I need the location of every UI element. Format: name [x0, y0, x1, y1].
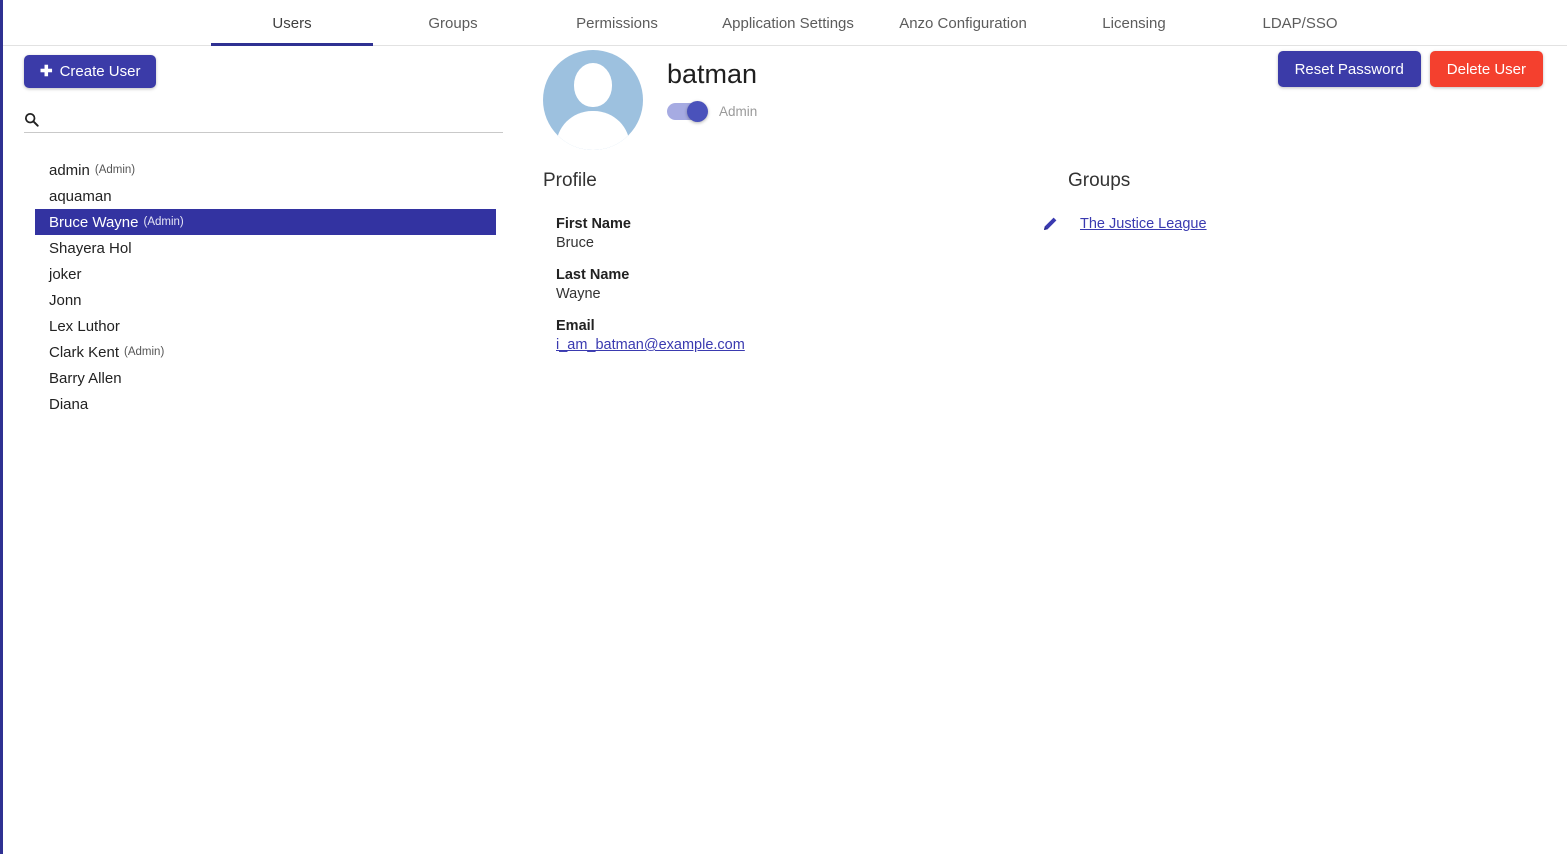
- admin-tag: (Admin): [94, 164, 136, 176]
- tab-ldap-sso[interactable]: LDAP/SSO: [1217, 0, 1383, 46]
- user-name: aquaman: [49, 187, 112, 205]
- search-icon: [24, 112, 39, 127]
- avatar-body: [556, 111, 630, 150]
- email-link[interactable]: i_am_batman@example.com: [556, 337, 745, 353]
- header-texts: batman Admin: [667, 50, 758, 122]
- admin-toggle-row: Admin: [667, 100, 758, 122]
- tab-licensing[interactable]: Licensing: [1051, 0, 1217, 46]
- tab-groups[interactable]: Groups: [373, 0, 533, 46]
- admin-toggle[interactable]: [667, 100, 708, 122]
- group-link-the-justice-league[interactable]: The Justice League: [1080, 216, 1207, 232]
- user-name: Diana: [49, 395, 89, 413]
- groups-title: Groups: [1068, 170, 1131, 191]
- user-name: Jonn: [49, 291, 82, 309]
- field-label: Last Name: [556, 267, 630, 283]
- user-detail-header: batman Admin Reset Password Delete User: [524, 46, 1543, 150]
- search-input[interactable]: [45, 108, 503, 130]
- group-list-item: The Justice League: [1068, 216, 1468, 232]
- tab-application-settings[interactable]: Application Settings: [701, 0, 875, 46]
- list-item[interactable]: admin (Admin): [35, 157, 496, 183]
- profile-field-last-name: Last Name Wayne: [543, 267, 1068, 302]
- list-item[interactable]: aquaman: [35, 183, 496, 209]
- create-user-button[interactable]: ✚ Create User: [24, 55, 157, 88]
- user-name: Lex Luthor: [49, 317, 120, 335]
- tab-permissions[interactable]: Permissions: [533, 0, 701, 46]
- user-name: Clark Kent: [49, 343, 120, 361]
- admin-toggle-label: Admin: [719, 103, 758, 119]
- admin-tag: (Admin): [143, 216, 184, 228]
- list-item[interactable]: Jonn: [35, 287, 496, 313]
- user-name: Bruce Wayne: [49, 213, 139, 231]
- create-user-label: Create User: [59, 63, 141, 80]
- avatar-head: [574, 63, 612, 107]
- user-avatar-icon: [543, 50, 643, 150]
- page-title: batman: [667, 59, 758, 89]
- user-name: Shayera Hol: [49, 239, 132, 257]
- header-actions: Reset Password Delete User: [1277, 51, 1543, 87]
- profile-section: Profile First Name Bruce Last Name Wayne: [543, 170, 1068, 369]
- field-value-email: i_am_batman@example.com: [556, 337, 1068, 353]
- list-item[interactable]: Clark Kent (Admin): [35, 339, 496, 365]
- list-item[interactable]: Shayera Hol: [35, 235, 496, 261]
- user-name: Barry Allen: [49, 369, 122, 387]
- field-value: Bruce: [556, 235, 594, 251]
- page-layout: ✚ Create User admin (Admin) aquaman Bruc…: [3, 46, 1567, 853]
- field-label: Email: [556, 318, 595, 334]
- profile-field-email: Email i_am_batman@example.com: [543, 318, 1068, 353]
- profile-field-first-name: First Name Bruce: [543, 216, 1068, 251]
- field-value: Wayne: [556, 286, 601, 302]
- list-item[interactable]: Barry Allen: [35, 365, 496, 391]
- list-item-selected[interactable]: Bruce Wayne (Admin): [35, 209, 496, 235]
- delete-user-button[interactable]: Delete User: [1429, 51, 1543, 87]
- profile-title: Profile: [543, 170, 597, 191]
- pencil-icon: [1044, 217, 1057, 230]
- plus-icon: ✚: [40, 63, 53, 80]
- tab-anzo-configuration[interactable]: Anzo Configuration: [875, 0, 1051, 46]
- toggle-knob: [687, 100, 708, 122]
- tab-users[interactable]: Users: [211, 0, 373, 46]
- user-name: admin: [49, 161, 90, 179]
- list-item[interactable]: Lex Luthor: [35, 313, 496, 339]
- user-list-sidebar: ✚ Create User admin (Admin) aquaman Bruc…: [3, 46, 524, 853]
- edit-profile-button[interactable]: [1042, 216, 1058, 232]
- admin-tag: (Admin): [124, 346, 165, 358]
- user-search-field[interactable]: [24, 108, 503, 133]
- reset-password-button[interactable]: Reset Password: [1277, 51, 1421, 87]
- user-list: admin (Admin) aquaman Bruce Wayne (Admin…: [3, 157, 524, 417]
- user-name: joker: [49, 265, 82, 283]
- detail-content: Profile First Name Bruce Last Name Wayne: [524, 170, 1543, 369]
- field-label: First Name: [556, 216, 631, 232]
- groups-section: Groups The Justice League: [1068, 170, 1468, 369]
- list-item[interactable]: joker: [35, 261, 496, 287]
- list-item[interactable]: Diana: [35, 391, 496, 417]
- user-detail-panel: batman Admin Reset Password Delete User …: [524, 46, 1567, 853]
- main-tab-bar: Users Groups Permissions Application Set…: [3, 0, 1567, 46]
